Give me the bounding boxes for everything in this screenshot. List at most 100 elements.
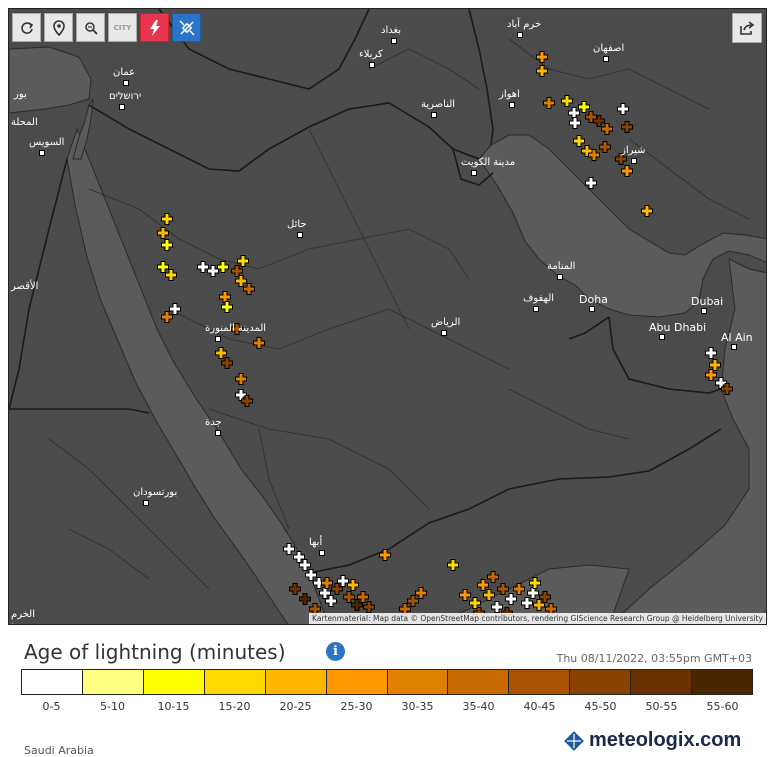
- city-dot: [517, 32, 523, 38]
- legend-swatch: [692, 670, 753, 694]
- city-dot: [603, 56, 609, 62]
- map-pin-icon: [52, 19, 65, 36]
- city-labels-button[interactable]: CITY: [108, 13, 137, 42]
- gulf-of-aqaba: [72, 98, 94, 160]
- city-dot: [589, 306, 595, 312]
- city-label: CITY: [113, 23, 132, 32]
- legend-swatch: [570, 670, 632, 694]
- legend-swatch: [509, 670, 571, 694]
- lightning-strike-marker[interactable]: [561, 95, 573, 107]
- brand-name: meteologix.com: [589, 729, 742, 751]
- legend-label: 50-55: [645, 700, 678, 713]
- lightning-strike-marker[interactable]: [415, 587, 427, 599]
- timestamp: Thu 08/11/2022, 03:55pm GMT+03: [556, 652, 752, 665]
- lightning-strike-marker[interactable]: [243, 283, 255, 295]
- lightning-icon: [149, 19, 160, 36]
- city-dot: [369, 62, 375, 68]
- lightning-strike-marker[interactable]: [157, 227, 169, 239]
- info-icon[interactable]: i: [326, 642, 345, 661]
- map-attribution[interactable]: Kartenmaterial: Map data © OpenStreetMap…: [309, 613, 766, 624]
- satellite-layer-button[interactable]: [172, 13, 201, 42]
- legend-label: 25-30: [340, 700, 373, 713]
- lightning-strike-marker[interactable]: [407, 595, 419, 607]
- city-dot: [533, 306, 539, 312]
- city-dot: [441, 330, 447, 336]
- lightning-strike-marker[interactable]: [379, 549, 391, 561]
- place-label: الأقصر: [11, 281, 39, 292]
- lightning-strike-marker[interactable]: [157, 261, 169, 273]
- legend-swatch: [82, 670, 144, 694]
- city-dot: [659, 334, 665, 340]
- lightning-strike-marker[interactable]: [573, 135, 585, 147]
- lightning-strike-marker[interactable]: [161, 311, 173, 323]
- legend-label: 10-15: [157, 700, 190, 713]
- location-button[interactable]: [44, 13, 73, 42]
- legend-swatch: [143, 670, 205, 694]
- lightning-strike-marker[interactable]: [165, 269, 177, 281]
- place-label: بور: [14, 89, 27, 100]
- lightning-strike-marker[interactable]: [621, 121, 633, 133]
- city-dot: [731, 344, 737, 350]
- lightning-strike-marker[interactable]: [641, 205, 653, 217]
- lightning-strike-marker[interactable]: [536, 51, 548, 63]
- legend-swatch: [631, 670, 693, 694]
- refresh-button[interactable]: [12, 13, 41, 42]
- place-label: السويس: [29, 137, 65, 148]
- place-label: الناصرية: [421, 99, 456, 110]
- city-dot: [471, 170, 477, 176]
- lightning-layer-button[interactable]: [140, 13, 169, 42]
- lightning-strike-marker[interactable]: [543, 97, 555, 109]
- mediterranean: [9, 46, 92, 114]
- lightning-strike-marker[interactable]: [705, 347, 717, 359]
- lightning-strike-marker[interactable]: [621, 165, 633, 177]
- lightning-strike-marker[interactable]: [253, 337, 265, 349]
- legend-label: 0-5: [42, 700, 61, 713]
- legend-swatch: [326, 670, 388, 694]
- region-label: Saudi Arabia: [24, 744, 94, 757]
- place-label: مدينة الكويت: [461, 157, 516, 168]
- share-icon: [740, 21, 755, 35]
- place-label: أبها: [309, 537, 323, 548]
- legend-swatch: [265, 670, 327, 694]
- place-label: Dubai: [691, 295, 724, 308]
- lightning-strike-marker[interactable]: [161, 213, 173, 225]
- city-dot: [119, 104, 125, 110]
- place-label: جدة: [205, 417, 222, 428]
- lightning-map[interactable]: CITY بغداد خرم آباد كربلاء اصفهان عمان ירושלי…: [8, 8, 767, 625]
- lightning-strike-marker[interactable]: [569, 117, 581, 129]
- place-label: بورتسودان: [133, 487, 178, 498]
- brand[interactable]: meteologix.com: [563, 729, 741, 752]
- legend-label: 5-10: [100, 700, 125, 713]
- zoom-out-button[interactable]: [76, 13, 105, 42]
- city-dot: [215, 336, 221, 342]
- zoom-out-icon: [84, 21, 98, 35]
- place-label: Al Ain: [721, 331, 753, 344]
- place-label: ירושלים: [109, 91, 142, 102]
- city-dot: [701, 308, 707, 314]
- lightning-strike-marker[interactable]: [235, 373, 247, 385]
- place-label: المنامة: [547, 261, 576, 272]
- lightning-strike-marker[interactable]: [343, 591, 355, 603]
- legend-label: 20-25: [279, 700, 312, 713]
- legend-label: 40-45: [523, 700, 556, 713]
- city-dot: [509, 102, 515, 108]
- share-button[interactable]: [732, 13, 762, 43]
- legend-swatch: [387, 670, 449, 694]
- lightning-strike-marker[interactable]: [459, 589, 471, 601]
- lightning-strike-marker[interactable]: [601, 123, 613, 135]
- place-label: Doha: [579, 293, 608, 306]
- lightning-strike-marker[interactable]: [169, 303, 181, 315]
- lightning-strike-marker[interactable]: [161, 239, 173, 251]
- place-label: عمان: [113, 67, 136, 78]
- legend-swatch: [22, 670, 83, 694]
- place-label: الخرم: [11, 609, 35, 620]
- lightning-strike-marker[interactable]: [617, 103, 629, 115]
- lightning-strike-marker[interactable]: [599, 141, 611, 153]
- place-label: Abu Dhabi: [649, 321, 707, 334]
- lightning-strike-marker[interactable]: [487, 571, 499, 583]
- city-dot: [143, 500, 149, 506]
- lightning-strike-marker[interactable]: [447, 559, 459, 571]
- city-dot: [319, 550, 325, 556]
- legend-title: Age of lightning (minutes): [24, 640, 286, 664]
- place-label: المحلة: [11, 117, 38, 128]
